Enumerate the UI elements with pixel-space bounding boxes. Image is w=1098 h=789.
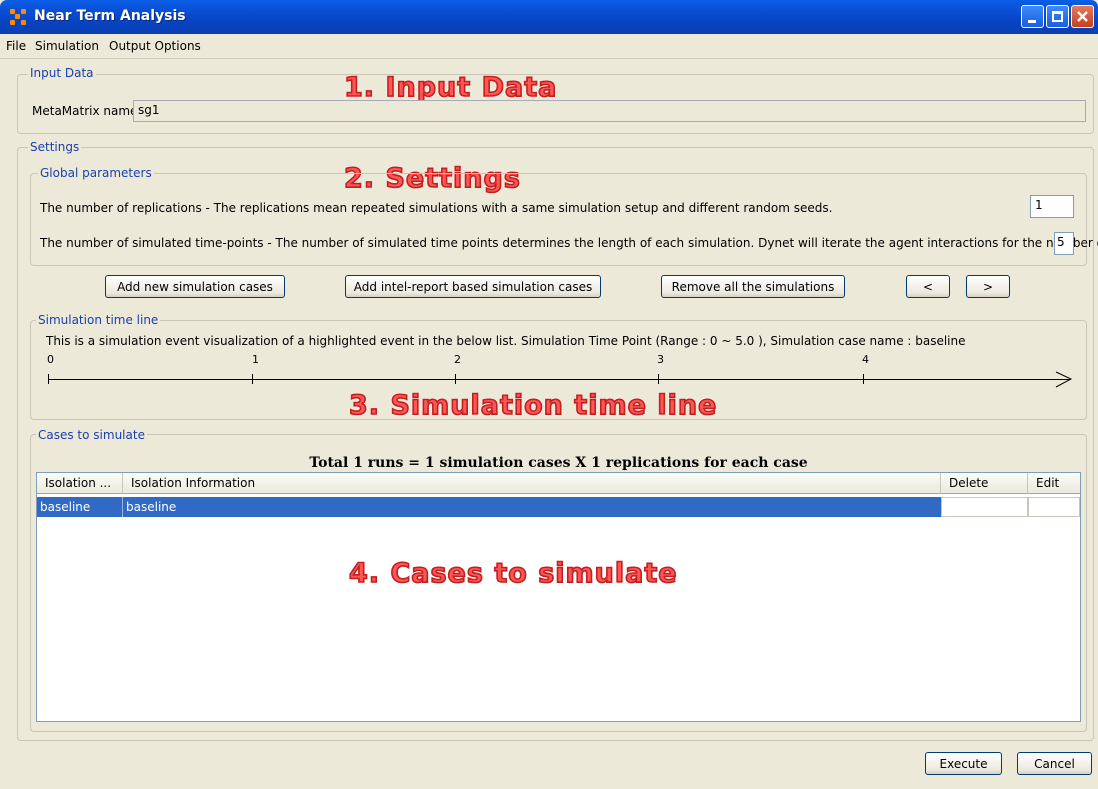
- add-new-simulation-cases-button[interactable]: Add new simulation cases: [105, 275, 285, 298]
- close-icon: [1077, 11, 1088, 22]
- timeline-description: This is a simulation event visualization…: [46, 334, 966, 348]
- timeline-tick: [863, 374, 864, 384]
- timepoints-input[interactable]: 5: [1054, 232, 1074, 255]
- replications-label: The number of replications - The replica…: [40, 201, 833, 215]
- maximize-icon: [1052, 11, 1063, 22]
- minimize-icon: [1028, 20, 1036, 23]
- timeline-tick: [658, 374, 659, 384]
- close-button[interactable]: [1071, 5, 1094, 28]
- timeline-tick: [455, 374, 456, 384]
- cases-legend: Cases to simulate: [36, 428, 147, 442]
- edit-cell[interactable]: [1028, 497, 1080, 517]
- app-icon: [10, 9, 26, 25]
- timeline-tick-label: 0: [47, 353, 54, 366]
- menu-bar: File Simulation Output Options: [0, 34, 1098, 59]
- timeline-tick: [48, 374, 49, 384]
- minimize-button[interactable]: [1021, 5, 1044, 28]
- timeline-axis: [48, 379, 1070, 380]
- timeline-tick: [252, 374, 253, 384]
- menu-output-options[interactable]: Output Options: [109, 39, 201, 53]
- table-row[interactable]: baseline baseline: [37, 497, 1080, 517]
- window-title: Near Term Analysis: [34, 8, 186, 24]
- settings-legend: Settings: [28, 140, 82, 154]
- timeline-annotation: 3. Simulation time line: [348, 389, 718, 422]
- metamatrix-label: MetaMatrix name: [32, 104, 138, 118]
- cases-table[interactable]: Isolation ... Isolation Information Dele…: [36, 472, 1081, 722]
- cell-isolation: baseline: [37, 497, 123, 517]
- global-parameters-group: [30, 173, 1087, 266]
- timeline-arrow-icon: [1055, 371, 1073, 388]
- column-header-isolation-information[interactable]: Isolation Information: [123, 473, 941, 494]
- cancel-button[interactable]: Cancel: [1017, 752, 1092, 775]
- timeline-tick-label: 2: [454, 353, 461, 366]
- metamatrix-name-field[interactable]: sg1: [133, 100, 1086, 122]
- timepoints-label: The number of simulated time-points - Th…: [40, 236, 1098, 250]
- cases-summary: Total 1 runs = 1 simulation cases X 1 re…: [309, 455, 808, 471]
- previous-button[interactable]: <: [906, 275, 950, 298]
- column-header-delete[interactable]: Delete: [941, 473, 1028, 494]
- timeline-legend: Simulation time line: [36, 313, 161, 327]
- input-data-legend: Input Data: [28, 66, 96, 80]
- title-bar[interactable]: Near Term Analysis: [0, 0, 1098, 34]
- remove-all-simulations-button[interactable]: Remove all the simulations: [661, 275, 845, 298]
- timeline-tick-label: 3: [657, 353, 664, 366]
- add-intel-report-cases-button[interactable]: Add intel-report based simulation cases: [345, 275, 601, 298]
- delete-cell[interactable]: [941, 497, 1028, 517]
- global-parameters-legend: Global parameters: [38, 166, 154, 180]
- column-header-isolation[interactable]: Isolation ...: [37, 473, 123, 494]
- cell-isolation-information: baseline: [123, 497, 941, 517]
- timeline-tick-label: 1: [252, 353, 259, 366]
- maximize-button[interactable]: [1046, 5, 1069, 28]
- timeline-tick-label: 4: [862, 353, 869, 366]
- next-button[interactable]: >: [966, 275, 1010, 298]
- cases-annotation: 4. Cases to simulate: [348, 557, 678, 590]
- menu-simulation[interactable]: Simulation: [35, 39, 99, 53]
- input-data-annotation: 1. Input Data: [343, 71, 558, 104]
- execute-button[interactable]: Execute: [925, 752, 1002, 775]
- column-header-edit[interactable]: Edit: [1028, 473, 1080, 494]
- menu-file[interactable]: File: [6, 39, 26, 53]
- replications-input[interactable]: 1: [1030, 195, 1074, 218]
